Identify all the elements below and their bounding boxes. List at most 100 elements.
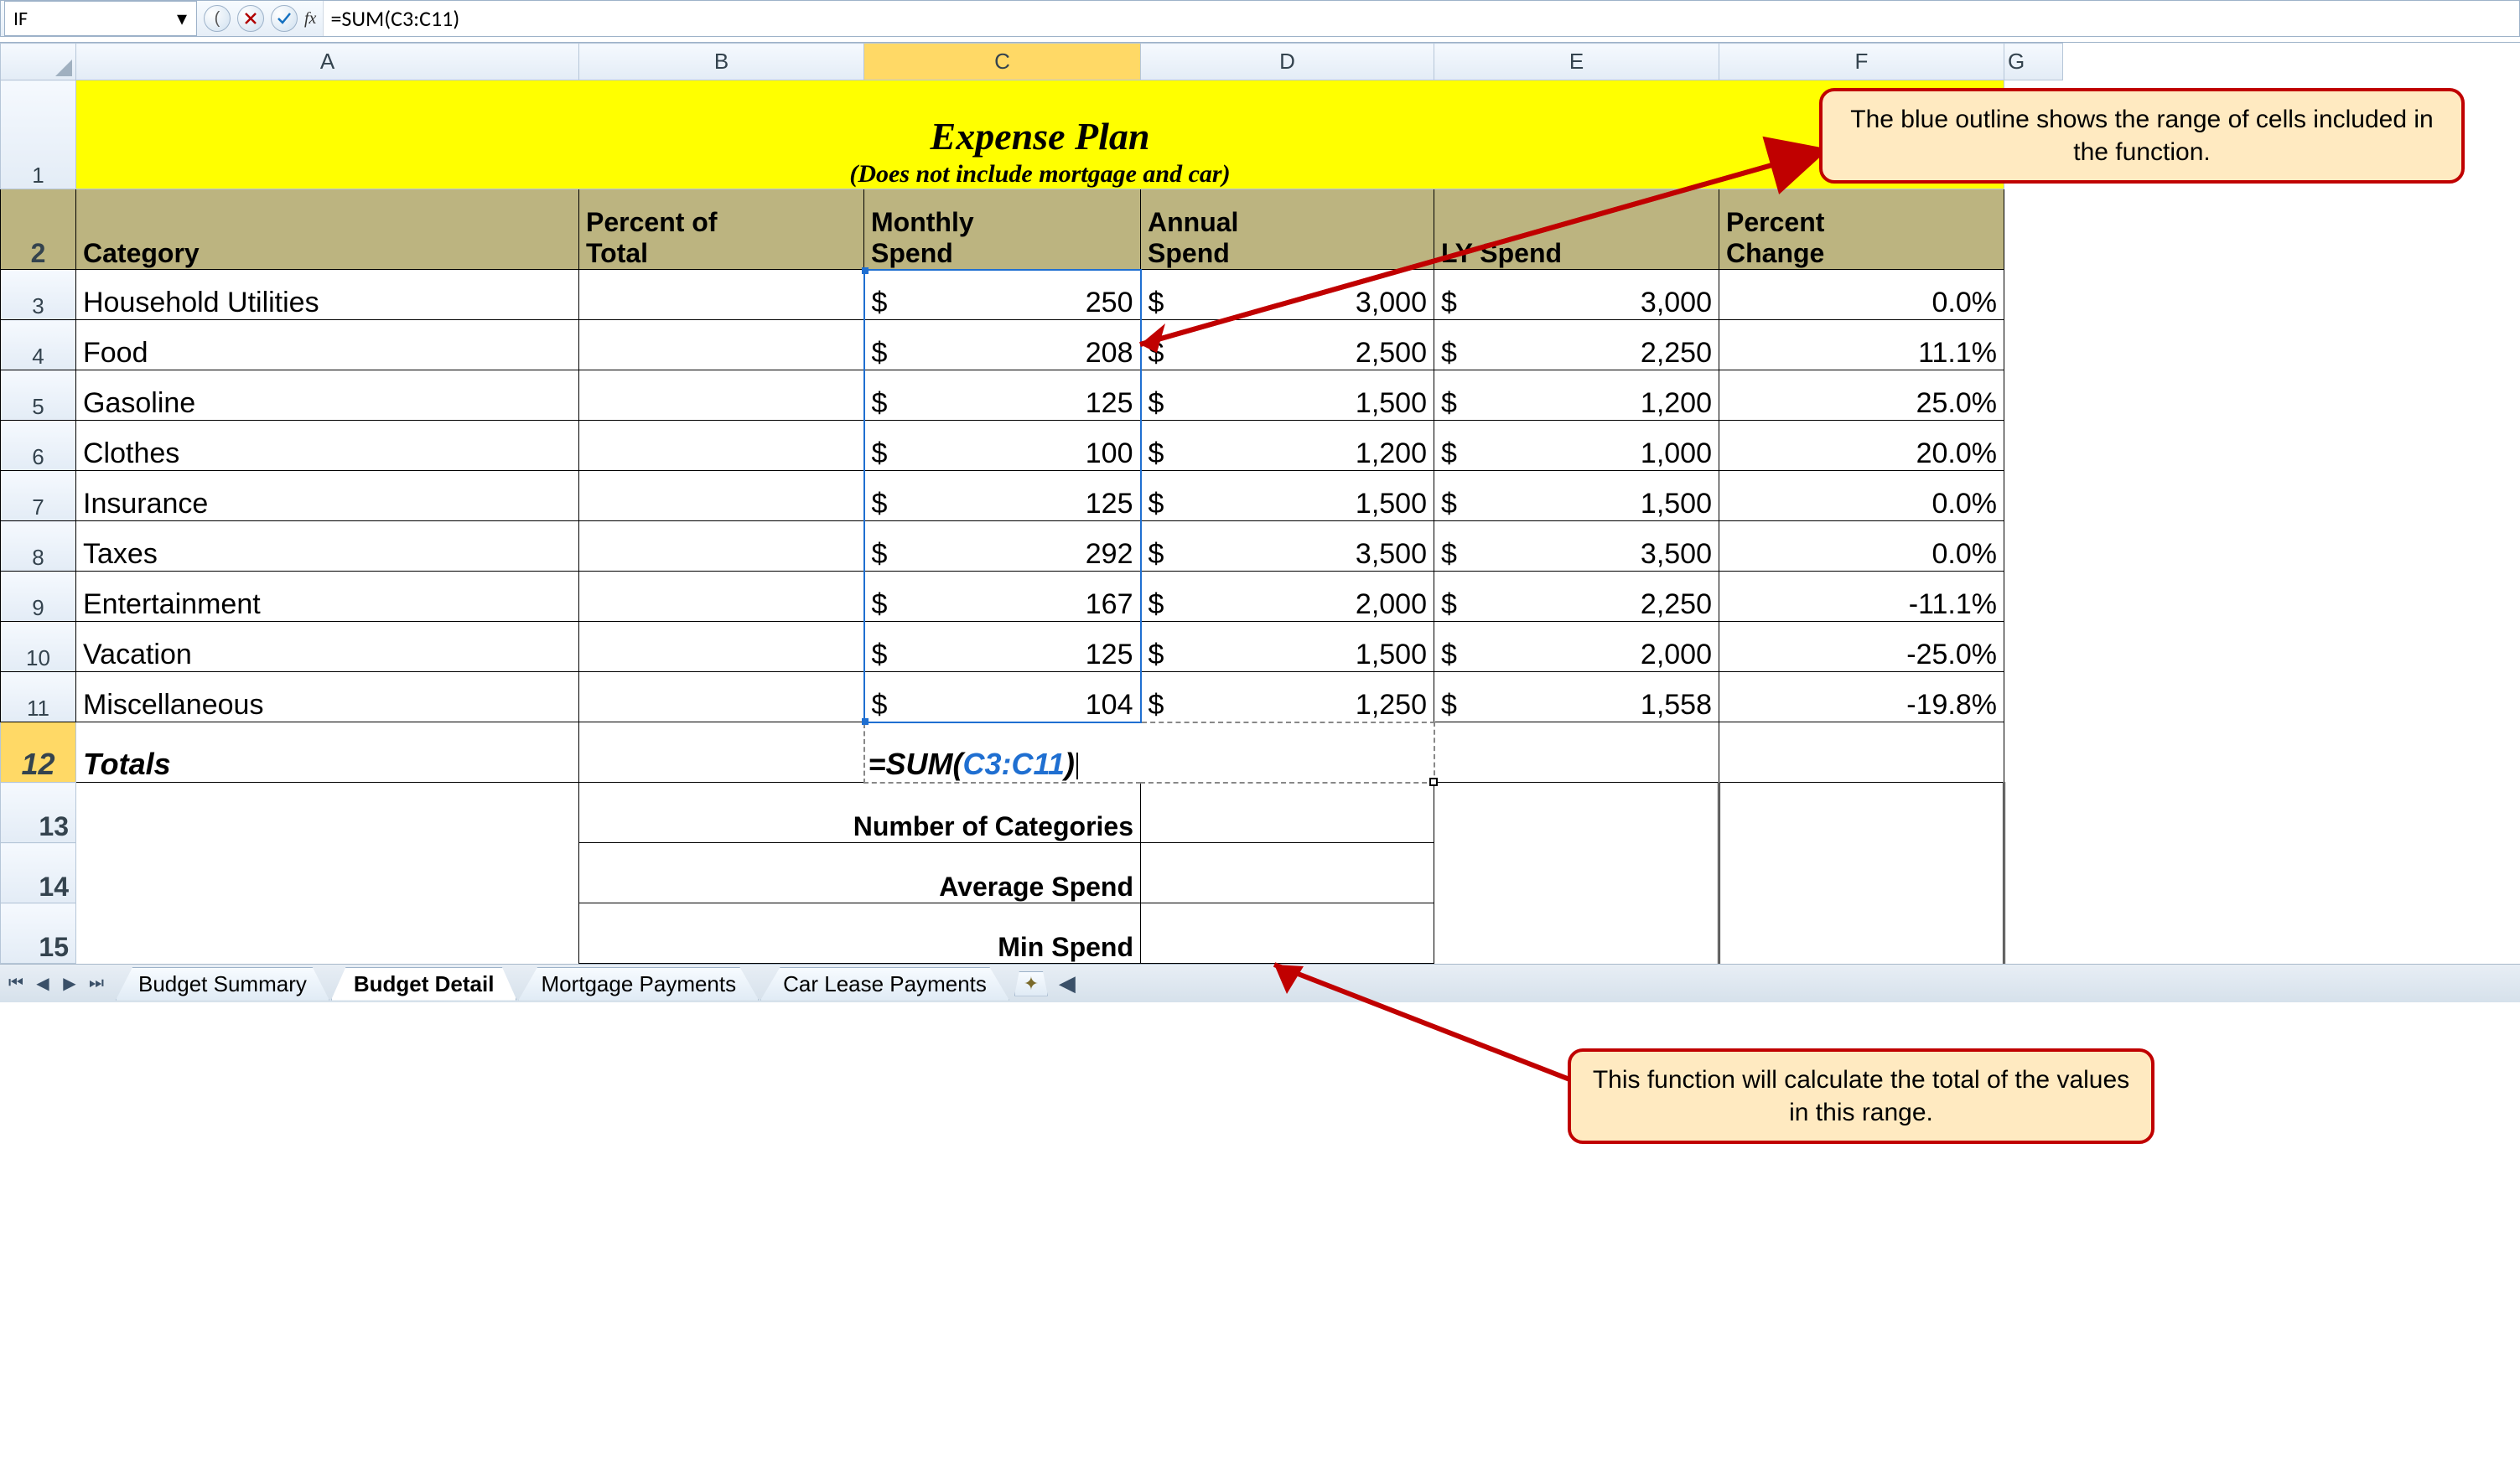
tab-nav-first[interactable]: ⏮ (3, 971, 29, 996)
tab-nav-last[interactable]: ⏭ (84, 971, 109, 996)
cell-F11[interactable]: -19.8% (1719, 672, 2004, 722)
label-min-spend[interactable]: Min Spend (579, 903, 1141, 964)
cell-E6[interactable]: $1,000 (1434, 421, 1719, 471)
cell-C9[interactable]: $167 (864, 572, 1141, 622)
tab-nav-prev[interactable]: ◀ (30, 971, 55, 996)
header-category[interactable]: Category (76, 189, 579, 270)
cell-B11[interactable] (579, 672, 864, 722)
col-head-G[interactable]: G (2004, 44, 2063, 80)
cell-E11[interactable]: $1,558 (1434, 672, 1719, 722)
name-box-dropdown-icon[interactable]: ▾ (173, 9, 191, 28)
cell-C7[interactable]: $125 (864, 471, 1141, 521)
cell-A4[interactable]: Food (76, 320, 579, 370)
cell-C11[interactable]: $104 (864, 672, 1141, 722)
cell-B8[interactable] (579, 521, 864, 572)
formula-paren-button[interactable]: ( (204, 5, 231, 32)
cell-D9[interactable]: $2,000 (1141, 572, 1434, 622)
select-all-corner[interactable] (1, 44, 76, 80)
cell-D14[interactable] (1141, 843, 1434, 903)
cell-F7[interactable]: 0.0% (1719, 471, 2004, 521)
label-avg-spend[interactable]: Average Spend (579, 843, 1141, 903)
cell-F10[interactable]: -25.0% (1719, 622, 2004, 672)
cell-A6[interactable]: Clothes (76, 421, 579, 471)
cell-A10[interactable]: Vacation (76, 622, 579, 672)
cell-A5[interactable]: Gasoline (76, 370, 579, 421)
totals-label[interactable]: Totals (76, 722, 579, 783)
cell-B12[interactable] (579, 722, 864, 783)
cell-E3[interactable]: $3,000 (1434, 270, 1719, 320)
cell-E12[interactable] (1434, 722, 1719, 783)
cell-F9[interactable]: -11.1% (1719, 572, 2004, 622)
cell-C8[interactable]: $292 (864, 521, 1141, 572)
col-head-F[interactable]: F (1719, 44, 2004, 80)
cell-B3[interactable] (579, 270, 864, 320)
formula-cancel-button[interactable] (237, 5, 264, 32)
cell-C3[interactable]: $250 (864, 270, 1141, 320)
formula-enter-button[interactable] (271, 5, 298, 32)
row-head-5[interactable]: 5 (1, 370, 76, 421)
cell-B6[interactable] (579, 421, 864, 471)
spreadsheet-grid[interactable]: A B C D E F G 1 Expense Plan (Does not i… (0, 43, 2063, 964)
cell-F6[interactable]: 20.0% (1719, 421, 2004, 471)
cell-F3[interactable]: 0.0% (1719, 270, 2004, 320)
cell-D8[interactable]: $3,500 (1141, 521, 1434, 572)
row-head-7[interactable]: 7 (1, 471, 76, 521)
sheet-tab-budget-summary[interactable]: Budget Summary (116, 967, 329, 1001)
cell-F12[interactable] (1719, 722, 2004, 783)
cell-F5[interactable]: 25.0% (1719, 370, 2004, 421)
cell-B7[interactable] (579, 471, 864, 521)
row-head-1[interactable]: 1 (1, 80, 76, 189)
row-head-11[interactable]: 11 (1, 672, 76, 722)
cell-E5[interactable]: $1,200 (1434, 370, 1719, 421)
formula-input[interactable] (323, 1, 2519, 36)
insert-function-button[interactable]: fx (304, 9, 316, 28)
row-head-6[interactable]: 6 (1, 421, 76, 471)
cell-A7[interactable]: Insurance (76, 471, 579, 521)
cell-D3[interactable]: $3,000 (1141, 270, 1434, 320)
col-head-E[interactable]: E (1434, 44, 1719, 80)
cell-E10[interactable]: $2,000 (1434, 622, 1719, 672)
header-percent-change[interactable]: Percent Change (1719, 189, 2004, 270)
cell-B9[interactable] (579, 572, 864, 622)
cell-D13[interactable] (1141, 783, 1434, 843)
col-head-B[interactable]: B (579, 44, 864, 80)
cell-E4[interactable]: $2,250 (1434, 320, 1719, 370)
row-head-2[interactable]: 2 (1, 189, 76, 270)
cell-D7[interactable]: $1,500 (1141, 471, 1434, 521)
col-head-A[interactable]: A (76, 44, 579, 80)
cell-D5[interactable]: $1,500 (1141, 370, 1434, 421)
tab-scroll-left[interactable]: ◀ (1055, 971, 1080, 996)
cell-B5[interactable] (579, 370, 864, 421)
row-head-3[interactable]: 3 (1, 270, 76, 320)
sheet-tab-budget-detail[interactable]: Budget Detail (331, 967, 517, 1001)
cell-F4[interactable]: 11.1% (1719, 320, 2004, 370)
cell-D15[interactable] (1141, 903, 1434, 964)
header-annual-spend[interactable]: Annual Spend (1141, 189, 1434, 270)
col-head-D[interactable]: D (1141, 44, 1434, 80)
cell-A8[interactable]: Taxes (76, 521, 579, 572)
cell-A9[interactable]: Entertainment (76, 572, 579, 622)
cell-E7[interactable]: $1,500 (1434, 471, 1719, 521)
tab-nav-next[interactable]: ▶ (57, 971, 82, 996)
cell-A3[interactable]: Household Utilities (76, 270, 579, 320)
row-head-10[interactable]: 10 (1, 622, 76, 672)
row-head-9[interactable]: 9 (1, 572, 76, 622)
title-cell[interactable]: Expense Plan (Does not include mortgage … (76, 80, 2004, 189)
row-head-8[interactable]: 8 (1, 521, 76, 572)
row-head-15[interactable]: 15 (1, 903, 76, 964)
cell-C6[interactable]: $100 (864, 421, 1141, 471)
header-percent-total[interactable]: Percent of Total (579, 189, 864, 270)
row-head-13[interactable]: 13 (1, 783, 76, 843)
sheet-tab-car-lease-payments[interactable]: Car Lease Payments (760, 967, 1009, 1001)
cell-D11[interactable]: $1,250 (1141, 672, 1434, 722)
cell-B4[interactable] (579, 320, 864, 370)
fill-handle[interactable] (1429, 778, 1438, 786)
header-ly-spend[interactable]: LY Spend (1434, 189, 1719, 270)
header-monthly-spend[interactable]: Monthly Spend (864, 189, 1141, 270)
row-head-12[interactable]: 12 (1, 722, 76, 783)
new-sheet-button[interactable]: ✦ (1014, 971, 1048, 996)
cell-D4[interactable]: $2,500 (1141, 320, 1434, 370)
row-head-14[interactable]: 14 (1, 843, 76, 903)
active-cell-C12[interactable]: =SUM(C3:C11) (864, 722, 1434, 783)
name-box[interactable]: IF ▾ (4, 1, 197, 36)
